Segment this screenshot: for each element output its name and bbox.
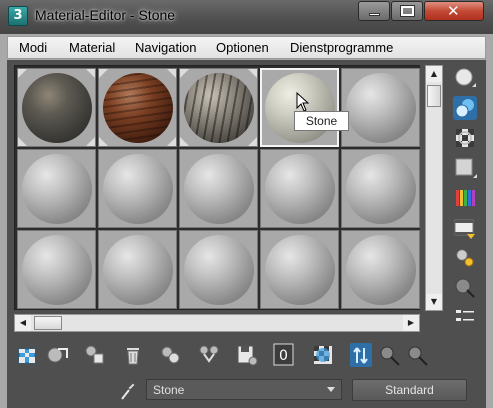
select-by-material-icon[interactable] (453, 276, 477, 300)
title-bar: 3 Material-Editor - Stone ✕ (0, 0, 493, 34)
material-name-value: Stone (153, 383, 185, 397)
slot-tooltip: Stone (294, 111, 349, 131)
sample-slot-rusted-wood[interactable] (98, 68, 177, 147)
put-to-scene-icon[interactable] (45, 343, 69, 367)
close-button[interactable]: ✕ (424, 1, 484, 21)
sample-slot-grid (14, 65, 420, 310)
material-type-button[interactable]: Standard (352, 379, 467, 401)
material-sphere (103, 154, 173, 224)
chevron-down-icon[interactable] (327, 387, 335, 392)
video-color-check-icon[interactable] (453, 186, 477, 210)
vertical-scroll-thumb[interactable] (427, 85, 441, 107)
material-editor-panel: ▲ ▼ ◀ ▶ Stone 0 Stone Standard (7, 60, 486, 408)
sample-slot-default[interactable] (341, 230, 420, 309)
sample-slot-default[interactable] (98, 149, 177, 228)
sample-slot-default[interactable] (341, 149, 420, 228)
app-icon[interactable]: 3 (8, 6, 28, 26)
reset-map-icon[interactable] (121, 343, 145, 367)
options-icon[interactable] (453, 246, 477, 270)
scroll-down-arrow-icon[interactable]: ▼ (426, 294, 442, 310)
material-sphere (265, 235, 335, 305)
menu-material[interactable]: Material (69, 40, 115, 55)
scroll-up-arrow-icon[interactable]: ▲ (426, 66, 442, 82)
sample-slot-weathered-planks[interactable] (179, 68, 258, 147)
material-sphere (22, 235, 92, 305)
menu-navigation[interactable]: Navigation (135, 40, 196, 55)
go-forward-icon[interactable] (405, 343, 429, 367)
tiling-icon[interactable] (453, 156, 477, 180)
material-sphere (184, 154, 254, 224)
sample-slot-granite[interactable] (17, 68, 96, 147)
sample-slot-default[interactable] (179, 149, 258, 228)
put-to-library-icon[interactable] (235, 343, 259, 367)
material-id-icon[interactable]: 0 (273, 343, 295, 367)
menu-optionen[interactable]: Optionen (216, 40, 269, 55)
material-map-navigator-icon[interactable] (453, 306, 477, 330)
sample-slot-default[interactable] (98, 230, 177, 309)
show-shaded-icon[interactable] (311, 343, 335, 367)
maximize-icon (400, 5, 415, 17)
menu-dienstprogramme[interactable]: Dienstprogramme (290, 40, 393, 55)
horizontal-scroll-thumb[interactable] (34, 316, 62, 330)
material-sphere (346, 235, 416, 305)
material-id-value: 0 (279, 348, 288, 364)
vertical-scrollbar[interactable]: ▲ ▼ (425, 65, 443, 311)
close-icon: ✕ (447, 2, 460, 20)
sample-type-icon[interactable] (453, 66, 477, 90)
menu-modi[interactable]: Modi (19, 40, 47, 55)
assign-material-icon[interactable] (83, 343, 107, 367)
sample-slot-default[interactable] (179, 230, 258, 309)
sample-slot-default[interactable] (260, 230, 339, 309)
sample-slot-default[interactable] (260, 149, 339, 228)
minimize-icon (369, 13, 380, 16)
material-sphere (184, 73, 254, 143)
material-sphere (265, 154, 335, 224)
show-end-result-icon[interactable] (349, 343, 373, 367)
background-icon[interactable] (453, 126, 477, 150)
copy-material-icon[interactable] (197, 343, 221, 367)
horizontal-scrollbar[interactable]: ◀ ▶ (14, 314, 420, 332)
maximize-button[interactable] (391, 1, 423, 21)
sample-slot-default[interactable] (341, 68, 420, 147)
sample-slot-default[interactable] (17, 149, 96, 228)
scroll-left-arrow-icon[interactable]: ◀ (15, 315, 31, 331)
eyedropper-icon[interactable] (119, 379, 137, 401)
material-sphere (22, 73, 92, 143)
window-title: Material-Editor - Stone (35, 7, 176, 23)
material-name-combo[interactable]: Stone (146, 379, 342, 400)
material-sphere (346, 73, 416, 143)
sample-slot-default[interactable] (17, 230, 96, 309)
material-sphere (103, 235, 173, 305)
scroll-right-arrow-icon[interactable]: ▶ (403, 315, 419, 331)
material-sphere (184, 235, 254, 305)
material-sphere (346, 154, 416, 224)
material-sphere (103, 73, 173, 143)
material-sphere (22, 154, 92, 224)
minimize-button[interactable] (358, 1, 390, 21)
backlight-icon[interactable] (453, 96, 477, 120)
menu-bar: Modi Material Navigation Optionen Dienst… (7, 36, 486, 59)
make-unique-icon[interactable] (159, 343, 183, 367)
get-material-icon[interactable] (17, 343, 41, 367)
go-to-parent-icon[interactable] (377, 343, 401, 367)
make-preview-icon[interactable] (453, 216, 477, 240)
